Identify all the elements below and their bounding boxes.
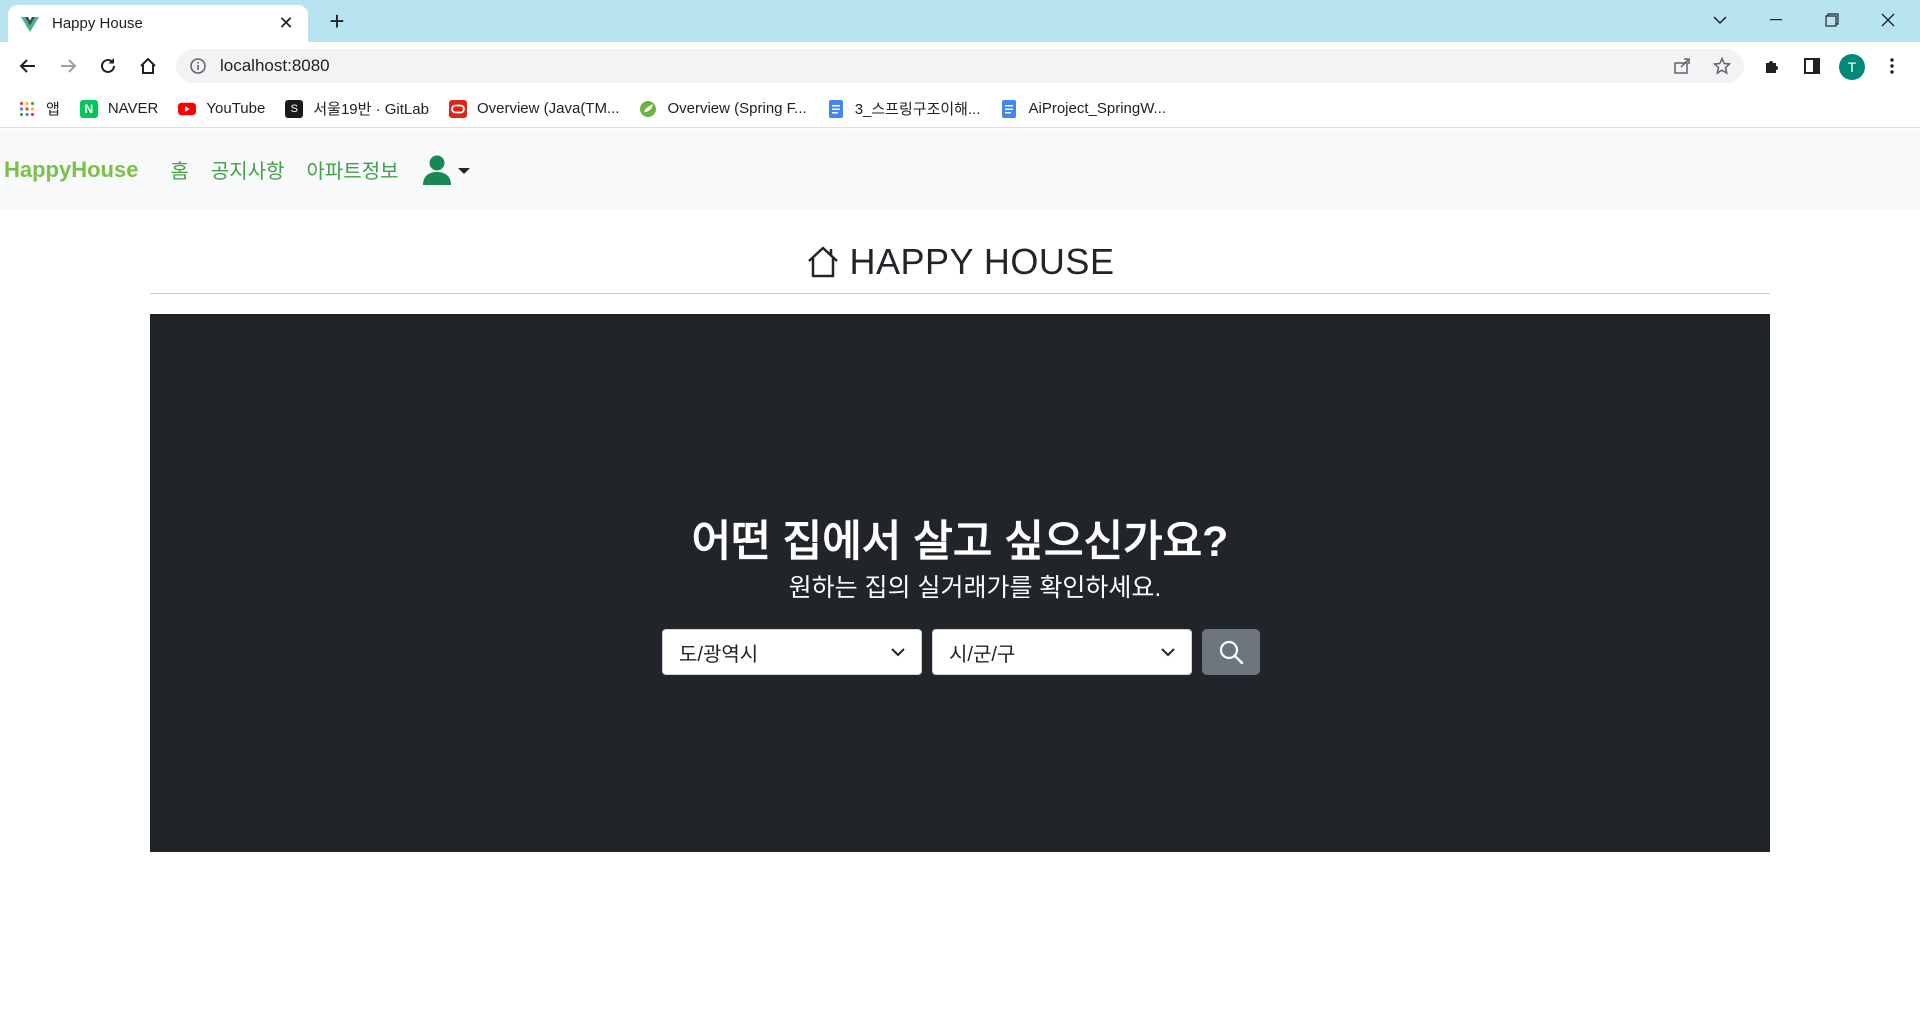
sido-select-value: 도/광역시 xyxy=(679,643,759,666)
brand-logo[interactable]: HappyHouse xyxy=(4,157,138,183)
side-panel-icon[interactable] xyxy=(1796,50,1828,82)
bookmark-java-overview[interactable]: Overview (Java(TM... xyxy=(448,99,620,118)
bookmark-label: AiProject_SpringW... xyxy=(1028,100,1167,117)
bookmark-star-icon[interactable] xyxy=(1706,50,1738,82)
share-icon[interactable] xyxy=(1666,50,1698,82)
bookmark-naver[interactable]: N NAVER xyxy=(79,99,159,118)
extensions-icon[interactable] xyxy=(1756,50,1788,82)
tab-close-icon[interactable]: ✕ xyxy=(276,13,296,34)
back-button[interactable] xyxy=(12,50,44,82)
url-text: localhost:8080 xyxy=(220,56,330,75)
vue-favicon-icon xyxy=(21,16,39,32)
profile-avatar[interactable]: T xyxy=(1839,54,1865,80)
hero-search-section: 어떤 집에서 살고 싶으신가요? 원하는 집의 실거래가를 확인하세요. 도/광… xyxy=(150,314,1770,852)
gitlab-icon: S xyxy=(285,99,304,118)
browser-tabstrip: Happy House ✕ + xyxy=(0,0,1920,42)
bookmark-label: 3_스프링구조이해... xyxy=(854,101,981,118)
sido-select[interactable]: 도/광역시 xyxy=(662,629,922,675)
bookmark-gitlab[interactable]: S 서울19반 · GitLab xyxy=(285,98,429,119)
restore-button[interactable] xyxy=(1804,0,1860,40)
bookmark-docs-spring[interactable]: 3_스프링구조이해... xyxy=(827,98,981,119)
house-icon xyxy=(807,246,838,277)
chevron-down-icon xyxy=(1161,647,1175,656)
address-bar[interactable]: localhost:8080 xyxy=(176,49,1744,83)
reload-button[interactable] xyxy=(92,50,124,82)
tab-search-icon[interactable] xyxy=(1692,0,1748,40)
bookmark-label: Overview (Spring F... xyxy=(667,100,807,117)
browser-tab[interactable]: Happy House ✕ xyxy=(8,5,308,42)
naver-icon: N xyxy=(79,99,98,118)
gugun-select[interactable]: 시/군/구 xyxy=(932,629,1192,675)
person-icon xyxy=(422,155,451,185)
app-navbar: HappyHouse 홈 공지사항 아파트정보 xyxy=(0,129,1920,210)
minimize-button[interactable] xyxy=(1748,0,1804,40)
bookmark-label: NAVER xyxy=(107,100,159,117)
oracle-icon xyxy=(448,99,467,118)
search-icon xyxy=(1219,640,1244,665)
gugun-select-value: 시/군/구 xyxy=(949,643,1016,666)
page-title: HAPPY HOUSE xyxy=(849,240,1115,282)
bookmark-label: YouTube xyxy=(206,100,266,117)
search-form: 도/광역시 시/군/구 xyxy=(662,629,1260,675)
close-window-button[interactable] xyxy=(1860,0,1916,40)
bookmarks-bar: 앱 N NAVER YouTube S 서울19반 · GitLab Overv… xyxy=(0,90,1920,128)
page-heading: HAPPY HOUSE xyxy=(150,230,1770,294)
nav-link-apartment[interactable]: 아파트정보 xyxy=(307,155,399,184)
nav-link-notice[interactable]: 공지사항 xyxy=(211,155,285,184)
apps-grid-icon xyxy=(18,100,36,118)
home-button[interactable] xyxy=(132,50,164,82)
search-button[interactable] xyxy=(1202,629,1260,675)
nav-link-home[interactable]: 홈 xyxy=(170,155,188,184)
bookmark-label: Overview (Java(TM... xyxy=(476,100,620,117)
docs-icon xyxy=(1000,99,1018,118)
bookmark-youtube[interactable]: YouTube xyxy=(178,100,265,118)
bookmark-docs-aiproject[interactable]: AiProject_SpringW... xyxy=(1000,99,1167,118)
chevron-down-icon xyxy=(891,647,905,656)
docs-icon xyxy=(827,99,845,118)
user-dropdown[interactable] xyxy=(421,154,471,186)
browser-toolbar: localhost:8080 T xyxy=(0,42,1920,90)
forward-button[interactable] xyxy=(52,50,84,82)
bookmark-spring-overview[interactable]: Overview (Spring F... xyxy=(639,100,807,118)
new-tab-button[interactable]: + xyxy=(322,8,352,36)
youtube-icon xyxy=(178,100,197,118)
site-info-icon[interactable] xyxy=(190,58,206,74)
hero-subtitle: 원하는 집의 실거래가를 확인하세요. xyxy=(788,574,1162,602)
hero-title: 어떤 집에서 살고 싶으신가요? xyxy=(691,518,1229,566)
bookmark-apps[interactable]: 앱 xyxy=(18,98,60,119)
tab-title: Happy House xyxy=(52,15,143,32)
browser-menu-icon[interactable] xyxy=(1876,50,1908,82)
bookmark-label: 앱 xyxy=(46,101,60,118)
caret-down-icon xyxy=(457,167,470,174)
spring-icon xyxy=(639,100,657,118)
bookmark-label: 서울19반 · GitLab xyxy=(313,101,429,118)
